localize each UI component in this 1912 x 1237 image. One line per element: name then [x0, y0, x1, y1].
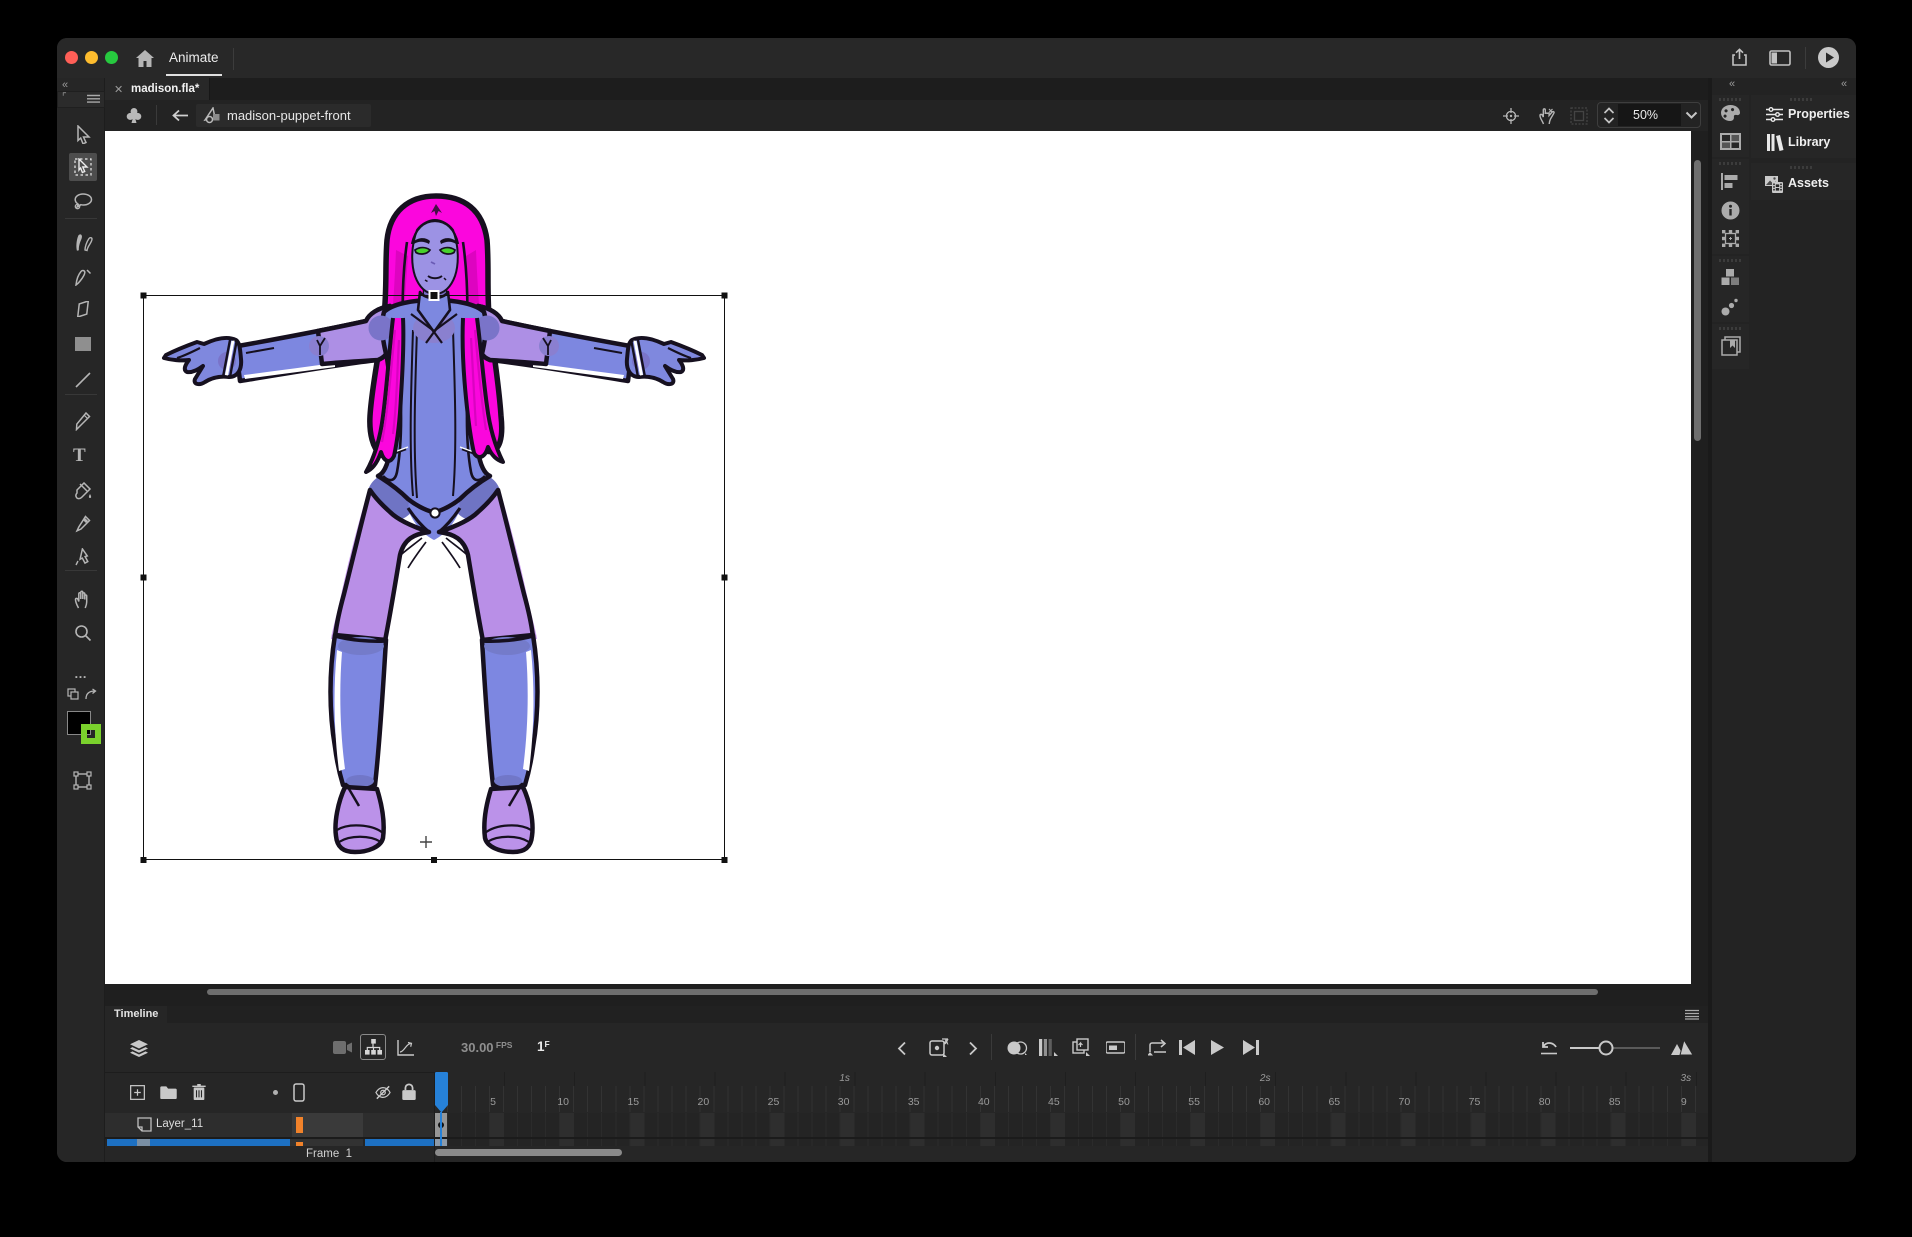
- svg-text:A: A: [944, 1040, 949, 1047]
